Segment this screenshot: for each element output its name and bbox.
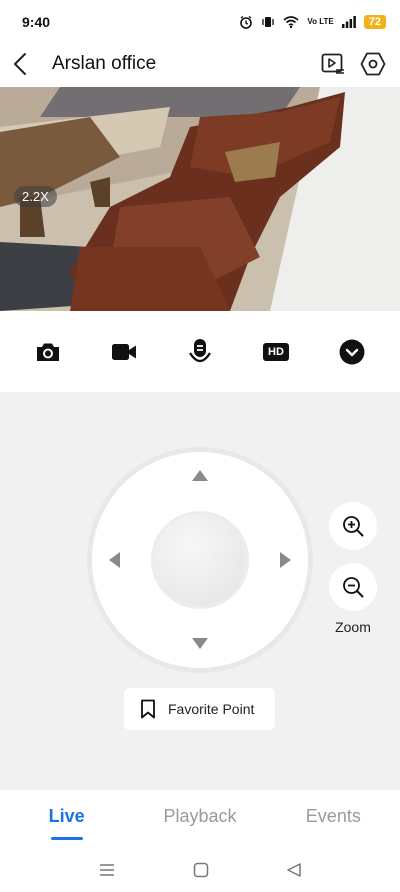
camera-scene-image [0,87,400,311]
tab-events[interactable]: Events [267,790,400,848]
back-nav-icon[interactable] [286,862,302,878]
bookmark-icon [141,699,155,719]
zoom-in-icon [343,516,364,537]
wifi-icon [283,16,299,29]
header: Arslan office [0,44,400,84]
back-icon [14,53,26,75]
active-tab-indicator [50,837,83,840]
record-icon [112,344,136,360]
zoom-level-badge: 2.2X [14,186,57,207]
expand-button[interactable] [332,332,372,372]
settings-button[interactable] [360,51,386,77]
record-button[interactable] [104,332,144,372]
bottom-tab-bar: Live Playback Events [0,790,400,848]
zoom-in-button[interactable] [329,502,377,550]
joystick-knob[interactable] [154,514,246,606]
status-bar: 9:40 Vo LTE 72 [0,0,400,44]
settings-icon [360,52,386,76]
quality-button[interactable]: HD [256,332,296,372]
tab-live-label: Live [48,806,85,826]
live-toolbar: HD [0,322,400,382]
battery-indicator: 72 [363,15,386,29]
playlist-icon [321,53,344,74]
system-nav-bar [0,848,400,892]
zoom-label: Zoom [335,619,371,635]
tab-events-label: Events [305,806,361,826]
pan-up-arrow-icon[interactable] [192,470,208,481]
tab-playback[interactable]: Playback [133,790,266,848]
home-icon[interactable] [193,862,209,878]
network-type-label: Vo LTE [307,17,334,26]
zoom-out-button[interactable] [329,563,377,611]
vibrate-icon [262,17,275,27]
ptz-control-panel: Zoom Favorite Point [0,392,400,790]
tab-live[interactable]: Live [0,790,133,848]
talk-button[interactable] [180,332,220,372]
snapshot-button[interactable] [28,332,68,372]
playlist-button[interactable] [320,51,346,77]
menu-icon[interactable] [98,863,116,877]
page-title: Arslan office [52,53,157,74]
expand-icon [339,339,365,365]
talk-icon [189,339,211,363]
hd-icon: HD [263,343,289,361]
back-button[interactable] [0,44,40,84]
pan-left-arrow-icon[interactable] [109,552,120,568]
zoom-out-icon [343,577,364,598]
alarm-icon [240,15,253,29]
status-time: 9:40 [22,14,51,30]
tab-playback-label: Playback [163,806,237,826]
header-actions [320,51,400,77]
ptz-joystick[interactable] [92,452,308,668]
camera-icon [37,343,59,361]
pan-right-arrow-icon[interactable] [280,552,291,568]
status-icons: Vo LTE 72 [239,15,386,29]
favorite-point-button[interactable]: Favorite Point [124,688,275,730]
live-video-feed[interactable]: 2.2X [0,87,400,311]
favorite-point-label: Favorite Point [168,701,255,717]
signal-icon [341,16,356,28]
pan-down-arrow-icon[interactable] [192,638,208,649]
